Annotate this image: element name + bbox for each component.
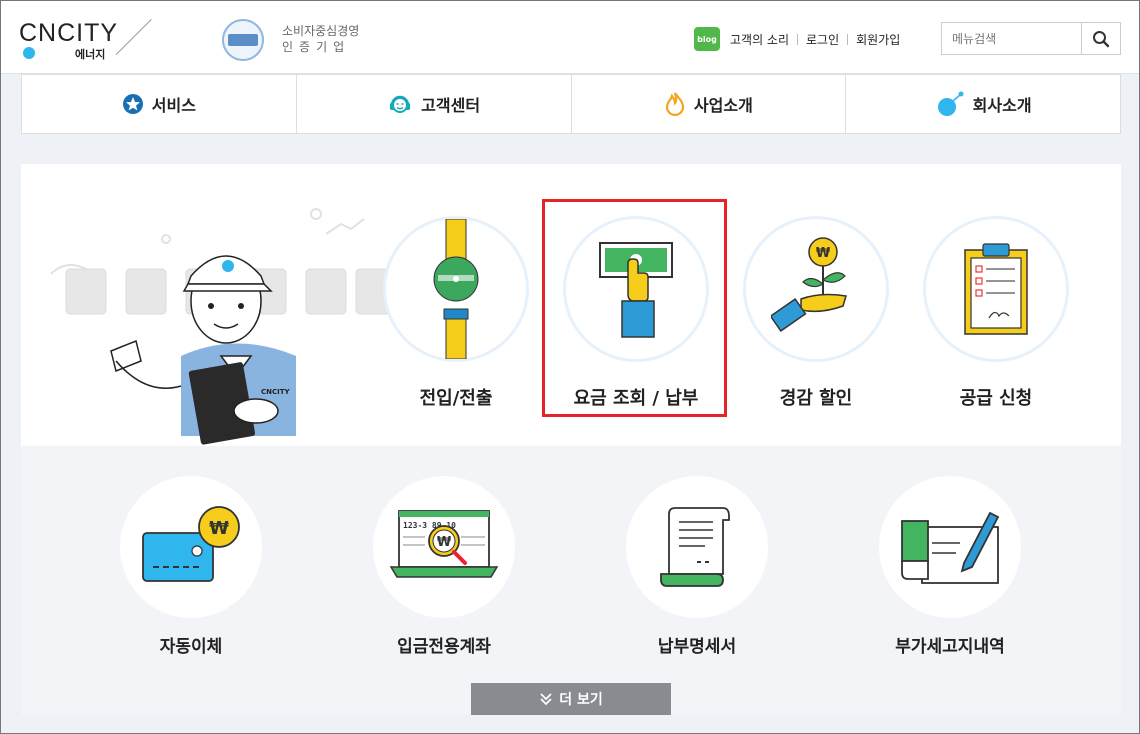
mascot-badge: CNCITY — [261, 388, 291, 396]
cert-badge-icon — [222, 19, 264, 61]
receipt-icon — [660, 507, 730, 587]
gas-meter-icon — [433, 219, 479, 359]
link-separator — [797, 33, 799, 45]
dot-icon — [937, 91, 964, 116]
cert-line2: 인증기업 — [282, 40, 351, 54]
search-box — [941, 22, 1121, 55]
search-button[interactable] — [1081, 23, 1120, 54]
cert-line1: 소비자중심경영 — [282, 24, 360, 38]
service-autopay[interactable]: ₩ 자동이체 — [91, 476, 291, 657]
service-statement[interactable]: 납부명세서 — [597, 476, 797, 657]
flame-icon — [665, 92, 685, 117]
link-login[interactable]: 로그인 — [806, 31, 839, 48]
payment-icon — [599, 242, 673, 338]
card-icon: ₩ — [142, 506, 240, 582]
logo-sub: 에너지 — [75, 48, 106, 61]
service-payment[interactable]: 요금 조회 / 납부 — [556, 216, 716, 410]
nav-label: 회사소개 — [972, 96, 1032, 115]
link-signup[interactable]: 회원가입 — [856, 31, 900, 48]
service-label: 요금 조회 / 납부 — [573, 388, 699, 409]
more-button[interactable]: 더 보기 — [471, 683, 671, 715]
service-virtual-account[interactable]: 123-3 89-10 ₩ 입금전용계좌 — [344, 476, 544, 657]
service-discount[interactable]: ₩ 경감 할인 — [736, 216, 896, 410]
top-links: blog 고객의 소리 로그인 회원가입 — [694, 26, 900, 52]
logo-dot-icon — [23, 47, 35, 59]
account-search-icon: 123-3 89-10 ₩ — [389, 510, 499, 578]
link-separator — [847, 33, 849, 45]
service-vat-notice[interactable]: 부가세고지내역 — [850, 476, 1050, 657]
nav-label: 사업소개 — [693, 96, 753, 115]
discount-plant-icon: ₩ — [771, 237, 847, 333]
clipboard-icon — [964, 242, 1028, 335]
svg-text:₩: ₩ — [437, 535, 452, 550]
tax-notice-icon — [901, 511, 1000, 584]
service-label: 경감 할인 — [779, 388, 853, 409]
service-panel: CNCITY 전입/전출 요금 조회 / 납부 ₩ 경감 할인 공급 신청 ₩ … — [21, 164, 1121, 715]
service-circle: ₩ — [743, 216, 889, 362]
headset-icon — [390, 95, 411, 113]
nav-item-business[interactable]: 사업소개 — [572, 75, 847, 133]
mascot-illustration: CNCITY — [110, 255, 296, 445]
service-label: 입금전용계좌 — [397, 637, 491, 657]
nav-item-service[interactable]: 서비스 — [22, 75, 297, 133]
svg-text:₩: ₩ — [209, 518, 229, 539]
svg-text:₩: ₩ — [816, 246, 831, 261]
search-input[interactable] — [942, 23, 1081, 54]
double-chevron-down-icon — [540, 693, 552, 706]
nav-label: 고객센터 — [421, 96, 481, 115]
logo-text: CNCITY — [19, 19, 119, 47]
search-icon — [1093, 30, 1110, 47]
cert-text: 소비자중심경영 인증기업 — [282, 23, 359, 55]
more-label: 더 보기 — [559, 692, 603, 708]
star-icon — [122, 94, 143, 114]
main-nav: 서비스 고객센터 사업소개 회사소개 — [21, 74, 1121, 134]
blog-icon[interactable]: blog — [694, 27, 720, 51]
logo[interactable]: CNCITY 에너지 — [19, 19, 123, 61]
service-circle — [626, 476, 768, 618]
nav-label: 서비스 — [151, 96, 196, 115]
service-circle — [563, 216, 709, 362]
service-label: 부가세고지내역 — [895, 637, 1005, 657]
service-circle — [383, 216, 529, 362]
nav-item-support[interactable]: 고객센터 — [297, 75, 572, 133]
service-circle — [879, 476, 1021, 618]
service-circle: ₩ — [120, 476, 262, 618]
service-move[interactable]: 전입/전출 — [376, 216, 536, 410]
service-supply[interactable]: 공급 신청 — [916, 216, 1076, 410]
service-circle — [923, 216, 1069, 362]
nav-item-company[interactable]: 회사소개 — [846, 75, 1120, 133]
service-label: 자동이체 — [159, 637, 223, 657]
service-label: 납부명세서 — [657, 637, 737, 657]
header: CNCITY 에너지 소비자중심경영 인증기업 blog 고객의 소리 로그인 … — [1, 1, 1139, 74]
service-label: 전입/전출 — [419, 388, 493, 409]
link-voice[interactable]: 고객의 소리 — [730, 31, 789, 48]
service-circle: 123-3 89-10 ₩ — [373, 476, 515, 618]
service-label: 공급 신청 — [959, 388, 1033, 409]
